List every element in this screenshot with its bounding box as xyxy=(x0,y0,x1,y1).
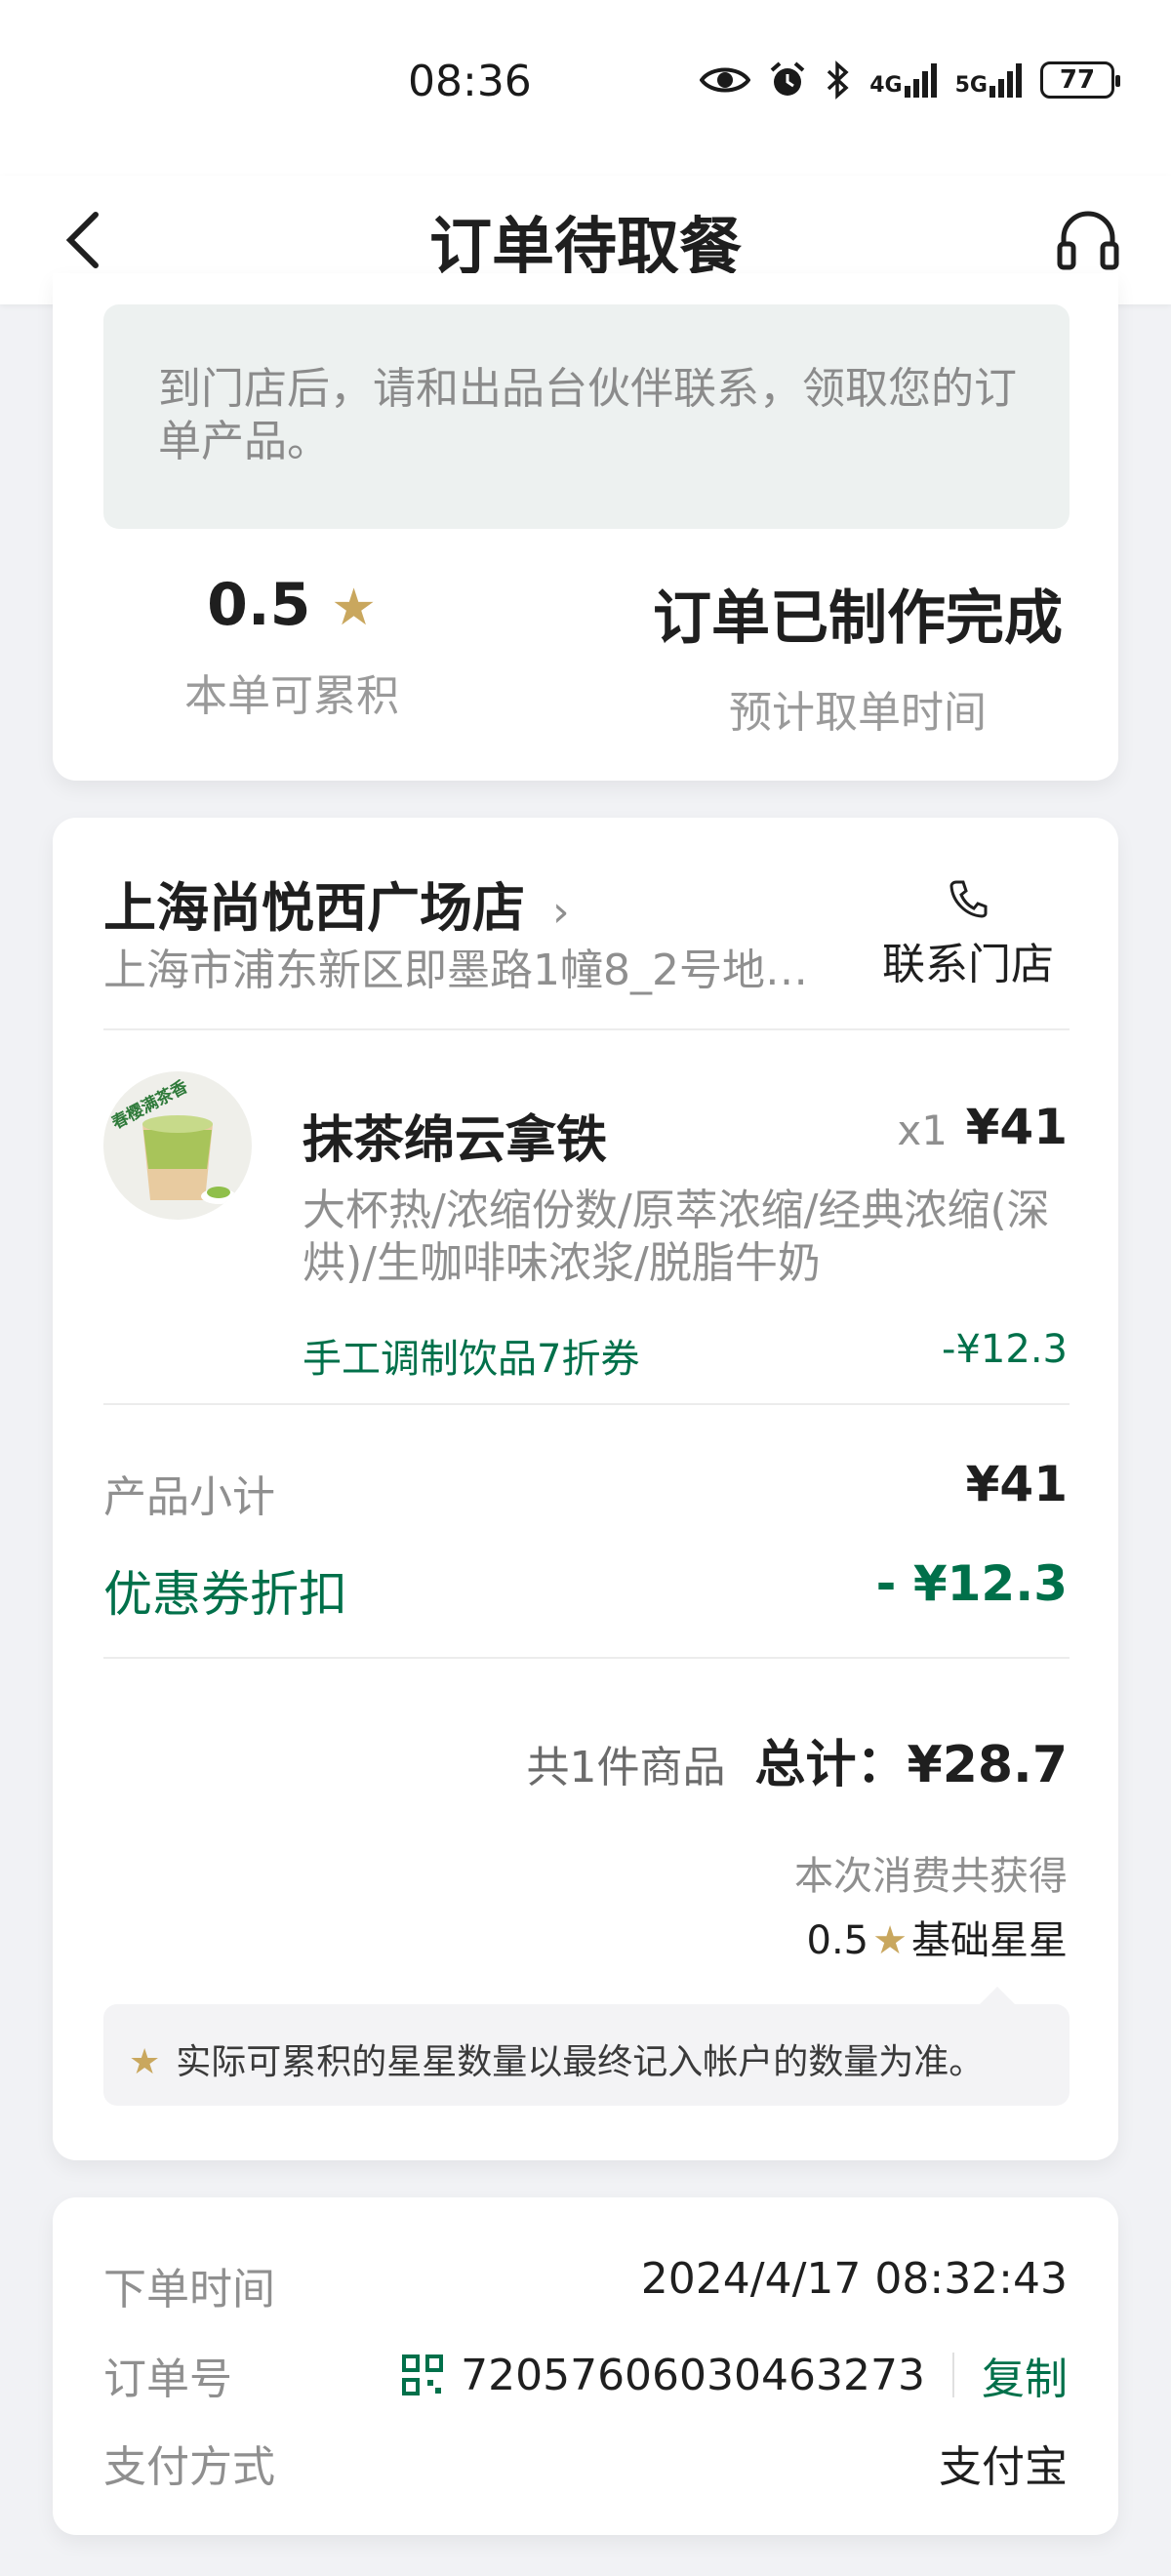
discount-value: - ¥12.3 xyxy=(875,1555,1068,1612)
contact-store-label: 联系门店 xyxy=(882,940,1054,989)
headset-icon xyxy=(1057,211,1119,270)
stars-label: 本单可累积 xyxy=(184,671,399,721)
stars-stat: 0.5 ★ 本单可累积 xyxy=(170,571,414,723)
product-image: 春樱满茶香 xyxy=(103,1071,252,1220)
star-icon: ★ xyxy=(129,2042,161,2082)
product-quantity: x1 xyxy=(897,1107,948,1154)
divider xyxy=(103,1028,1070,1030)
status-icons: 4G 5G 77 xyxy=(700,60,1120,100)
coupon-amount: -¥12.3 xyxy=(942,1327,1068,1372)
earned-stars-label: 本次消费共获得 xyxy=(794,1854,1068,1899)
product-name: 抹茶绵云拿铁 xyxy=(303,1111,608,1170)
phone-icon xyxy=(949,880,988,918)
total-amount: 总计：¥28.7 xyxy=(754,1736,1068,1794)
store-name: 上海尚悦西广场店 xyxy=(103,877,525,939)
earned-stars-unit: 基础星星 xyxy=(911,1918,1068,1963)
stars-tip-text: 实际可累积的星星数量以最终记入帐户的数量为准。 xyxy=(176,2042,985,2082)
bluetooth-icon xyxy=(828,60,849,100)
qr-code-icon[interactable] xyxy=(402,2355,444,2395)
total-row: 共1件商品 总计：¥28.7 xyxy=(527,1723,1068,1796)
order-status-value: 订单已制作完成 xyxy=(653,584,1063,653)
star-icon: ★ xyxy=(872,1918,908,1963)
order-detail-card: 上海尚悦西广场店 › 上海市浦东新区即墨路1幢8_2号地… 联系门店 春樱满茶香 … xyxy=(53,818,1118,2160)
item-count: 共1件商品 xyxy=(526,1743,726,1792)
divider xyxy=(103,1657,1070,1659)
copy-order-number-button[interactable]: 复制 xyxy=(982,2344,1068,2406)
support-button[interactable] xyxy=(1054,203,1122,277)
product-price: ¥41 xyxy=(965,1099,1068,1155)
divider xyxy=(103,1403,1070,1405)
pickup-notice: 到门店后，请和出品台伙伴联系，领取您的订单产品。 xyxy=(103,304,1070,529)
network-5g-signal: 5G xyxy=(955,62,1023,98)
network-4g-signal: 4G xyxy=(869,62,937,98)
signal-icon xyxy=(904,63,937,98)
store-address: 上海市浦东新区即墨路1幢8_2号地… xyxy=(103,946,808,995)
coupon-name: 手工调制饮品7折券 xyxy=(303,1337,640,1382)
payment-method-label: 支付方式 xyxy=(103,2442,275,2492)
order-number-label: 订单号 xyxy=(103,2355,232,2404)
contact-store-button[interactable]: 联系门店 xyxy=(870,876,1066,991)
product-customization: 大杯热/浓缩份数/原萃浓缩/经典浓缩(深烘)/生咖啡味浓浆/脱脂牛奶 xyxy=(303,1186,1050,1288)
pickup-time-label: 预计取单时间 xyxy=(729,688,987,738)
order-number-row: 72057606030463273 复制 xyxy=(402,2344,1068,2406)
earned-stars-value: 0.5 xyxy=(806,1918,869,1963)
network-5g-label: 5G xyxy=(954,73,988,98)
order-time-label: 下单时间 xyxy=(103,2265,275,2314)
status-time: 08:36 xyxy=(408,57,532,106)
chevron-right-icon: › xyxy=(552,887,570,937)
payment-method-value: 支付宝 xyxy=(939,2442,1068,2492)
signal-icon xyxy=(989,63,1022,98)
order-info-card: 下单时间 2024/4/17 08:32:43 订单号 720576060304… xyxy=(53,2197,1118,2535)
pickup-time-stat: 订单已制作完成 预计取单时间 xyxy=(638,571,1077,740)
separator xyxy=(952,2353,954,2397)
store-name-link[interactable]: 上海尚悦西广场店 › xyxy=(103,865,570,942)
order-time-value: 2024/4/17 08:32:43 xyxy=(640,2254,1068,2304)
network-4g-label: 4G xyxy=(869,73,903,98)
discount-label: 优惠券折扣 xyxy=(103,1566,347,1623)
stars-number: 0.5 xyxy=(207,571,311,639)
earned-stars: 0.5 ★ 基础星星 xyxy=(807,1909,1068,1965)
subtotal-value: ¥41 xyxy=(965,1456,1068,1512)
subtotal-label: 产品小计 xyxy=(103,1472,275,1522)
stars-tip: ★ 实际可累积的星星数量以最终记入帐户的数量为准。 xyxy=(103,1987,1070,2106)
eye-icon xyxy=(700,67,751,93)
status-bar: 08:36 4G 5G 77 xyxy=(0,0,1171,176)
alarm-icon xyxy=(770,61,805,96)
order-number-value: 72057606030463273 xyxy=(461,2350,925,2400)
pickup-status-card: 到门店后，请和出品台伙伴联系，领取您的订单产品。 0.5 ★ 本单可累积 订单已… xyxy=(53,273,1118,781)
stars-value: 0.5 ★ xyxy=(170,571,414,639)
battery-icon: 77 xyxy=(1040,61,1120,99)
star-icon: ★ xyxy=(331,579,377,637)
